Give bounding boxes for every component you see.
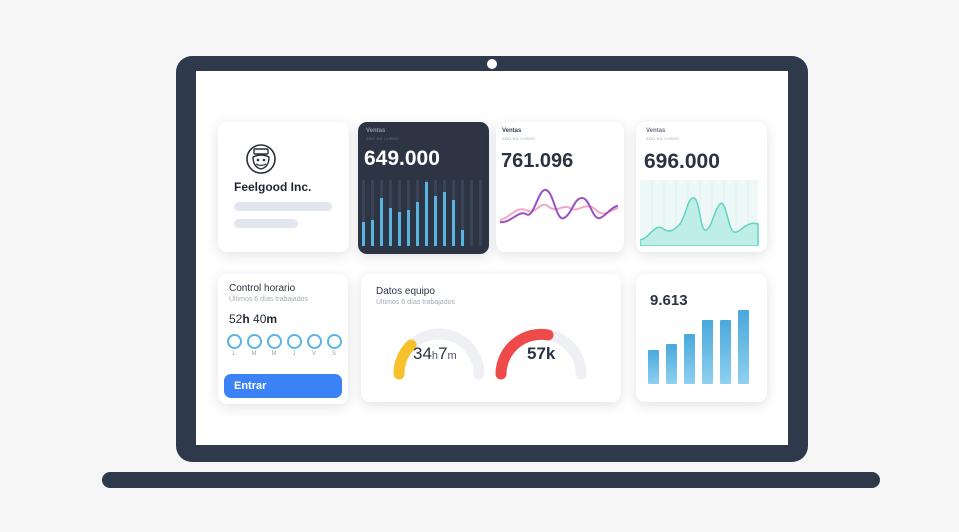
bar xyxy=(371,220,374,246)
day-ring-item: S xyxy=(326,334,342,357)
bar xyxy=(434,196,437,246)
bar xyxy=(362,222,365,246)
column-chart xyxy=(648,310,749,384)
day-ring-item: M xyxy=(266,334,282,357)
gauge-count-value: 57k xyxy=(527,344,556,363)
illustration: Feelgood Inc. Ventas AÑO EN CURSO 649.00… xyxy=(0,0,959,532)
gauge-m-unit: m xyxy=(447,350,457,362)
day-ring-icon xyxy=(246,334,262,349)
day-label: L xyxy=(232,351,236,357)
day-label: S xyxy=(331,351,336,357)
entrar-button[interactable]: Entrar xyxy=(224,374,342,398)
day-ring-item: J xyxy=(286,334,302,357)
sales-value: 696.000 xyxy=(644,150,720,173)
hours-value: 52 xyxy=(229,312,243,326)
bar xyxy=(461,230,464,246)
datos-equipo-card[interactable]: Datos equipo Últimos 6 días trabajados 3… xyxy=(361,274,621,402)
company-name: Feelgood Inc. xyxy=(234,180,312,194)
bar-values-group xyxy=(362,182,464,246)
card-sublabel: AÑO EN CURSO xyxy=(502,136,536,141)
bar xyxy=(416,202,419,246)
card-sublabel: AÑO EN CURSO xyxy=(646,136,680,141)
laptop-screen: Feelgood Inc. Ventas AÑO EN CURSO 649.00… xyxy=(196,71,788,445)
sales-card-area[interactable]: Ventas AÑO EN CURSO 696.000 xyxy=(636,122,767,252)
card-label: Ventas xyxy=(646,128,666,134)
card-sublabel: AÑO EN CURSO xyxy=(366,136,400,141)
day-ring-icon xyxy=(226,334,242,349)
company-card[interactable]: Feelgood Inc. xyxy=(218,122,349,252)
sales-card-line[interactable]: Ventas AÑO EN CURSO 761.096 xyxy=(496,122,624,252)
placeholder-line xyxy=(234,202,332,211)
day-label: M xyxy=(251,351,257,357)
day-label: J xyxy=(292,351,296,357)
card-subtitle: Últimos 6 días trabajados xyxy=(229,296,308,303)
day-ring-icon xyxy=(306,334,322,349)
laptop-frame: Feelgood Inc. Ventas AÑO EN CURSO 649.00… xyxy=(176,56,808,462)
day-label: M xyxy=(271,351,277,357)
day-ring-icon xyxy=(326,334,342,349)
line-series-purple xyxy=(499,189,619,224)
worked-time: 52h 40m xyxy=(229,312,277,326)
gauge-hours-value: 34h7m xyxy=(413,344,457,364)
company-logo-icon xyxy=(246,144,276,174)
gauges xyxy=(393,328,587,380)
line-chart xyxy=(499,189,619,224)
day-ring-icon xyxy=(266,334,282,349)
bar xyxy=(380,198,383,246)
bar xyxy=(425,182,428,246)
hours-unit: h xyxy=(242,312,250,326)
card-label: Ventas xyxy=(366,128,386,134)
column xyxy=(648,350,659,384)
laptop-base xyxy=(102,472,880,488)
camera-dot xyxy=(487,59,497,69)
bar xyxy=(389,208,392,246)
sales-value: 649.000 xyxy=(364,147,440,170)
column xyxy=(684,334,695,384)
sales-value: 761.096 xyxy=(501,150,574,172)
bar xyxy=(443,192,446,246)
column xyxy=(666,344,677,384)
bars-card[interactable]: 9.613 xyxy=(636,274,767,402)
area-chart xyxy=(640,180,759,246)
gauge-hours: 34 xyxy=(413,344,432,363)
day-ring-icon xyxy=(286,334,302,349)
day-ring-item: L xyxy=(226,334,242,357)
day-ring-item: V xyxy=(306,334,322,357)
column xyxy=(702,320,713,384)
placeholder-line xyxy=(234,219,298,228)
bar xyxy=(452,200,455,246)
minutes-unit: m xyxy=(266,312,278,326)
card-title: Control horario xyxy=(229,283,296,294)
minutes-value: 40 xyxy=(253,312,267,326)
gauge-fill-yellow xyxy=(393,339,417,380)
day-rings: L M M J V S xyxy=(226,334,342,357)
bar xyxy=(407,210,410,246)
day-label: V xyxy=(311,351,316,357)
control-horario-card[interactable]: Control horario Últimos 6 días trabajado… xyxy=(218,274,348,404)
bar xyxy=(398,212,401,246)
sales-card-dark[interactable]: Ventas AÑO EN CURSO 649.000 xyxy=(358,122,489,254)
column xyxy=(738,310,749,384)
day-ring-item: M xyxy=(246,334,262,357)
gauge-minutes: 7 xyxy=(438,344,448,363)
bar-chart xyxy=(362,180,482,246)
column xyxy=(720,320,731,384)
card-label: Ventas xyxy=(502,128,522,134)
